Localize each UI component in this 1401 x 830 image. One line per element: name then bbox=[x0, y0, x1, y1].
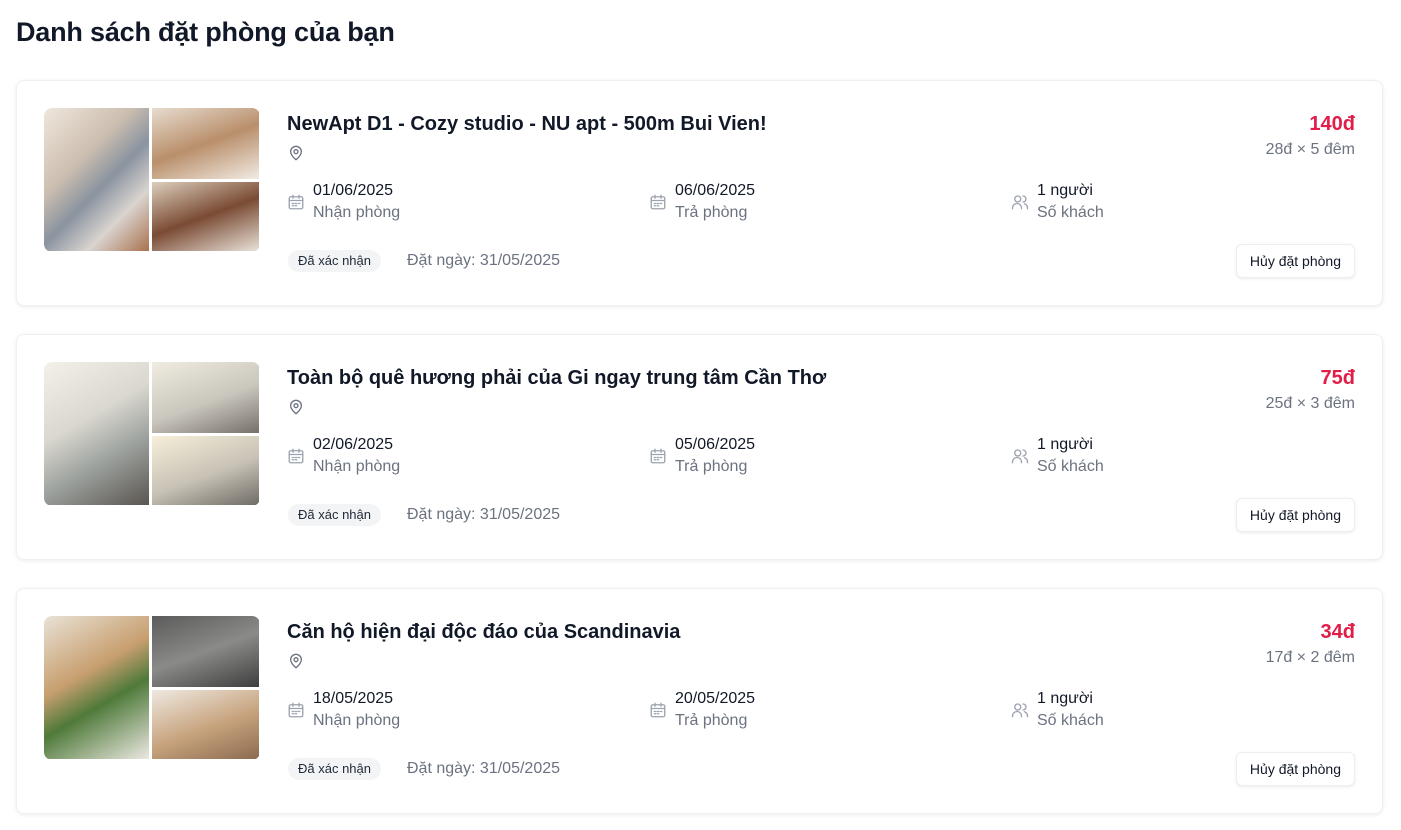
booking-card: Căn hộ hiện đại độc đáo của Scandinavia … bbox=[16, 588, 1383, 814]
checkin-date: 18/05/2025 bbox=[313, 690, 394, 707]
calendar-icon bbox=[288, 448, 304, 464]
map-pin-icon bbox=[290, 653, 302, 669]
calendar-icon bbox=[650, 194, 666, 210]
room-photo-main bbox=[44, 616, 149, 759]
checkin-date: 01/06/2025 bbox=[313, 182, 394, 199]
room-photo bbox=[152, 362, 259, 433]
checkin-date: 02/06/2025 bbox=[313, 436, 394, 453]
listing-title[interactable]: Căn hộ hiện đại độc đáo của Scandinavia bbox=[287, 621, 680, 644]
cancel-booking-button[interactable]: Hủy đặt phòng bbox=[1235, 752, 1355, 786]
booked-date: Đặt ngày: 31/05/2025 bbox=[407, 506, 561, 523]
page-title: Danh sách đặt phòng của bạn bbox=[16, 17, 395, 47]
status-badge: Đã xác nhận bbox=[288, 250, 381, 272]
checkout-label: Trả phòng bbox=[675, 712, 748, 729]
checkout-date: 05/06/2025 bbox=[675, 436, 756, 453]
calendar-icon bbox=[288, 194, 304, 210]
room-photo bbox=[152, 616, 259, 687]
checkin-label: Nhận phòng bbox=[313, 712, 401, 729]
cancel-booking-button[interactable]: Hủy đặt phòng bbox=[1235, 244, 1355, 278]
room-photo bbox=[152, 108, 259, 179]
booking-card: Toàn bộ quê hương phải của Gi ngay trung… bbox=[16, 334, 1383, 560]
total-price: 140đ bbox=[1309, 113, 1355, 135]
booked-date: Đặt ngày: 31/05/2025 bbox=[407, 760, 561, 777]
booked-date: Đặt ngày: 31/05/2025 bbox=[407, 252, 561, 269]
guest-count: 1 người bbox=[1037, 182, 1093, 199]
guests-label: Số khách bbox=[1037, 458, 1104, 475]
calendar-icon bbox=[288, 702, 304, 718]
calendar-icon bbox=[650, 702, 666, 718]
total-price: 75đ bbox=[1320, 367, 1355, 389]
checkout-date: 06/06/2025 bbox=[675, 182, 756, 199]
room-photo bbox=[152, 690, 259, 759]
map-pin-icon bbox=[290, 145, 302, 161]
listing-title[interactable]: NewApt D1 - Cozy studio - NU apt - 500m … bbox=[287, 113, 767, 136]
cancel-booking-button[interactable]: Hủy đặt phòng bbox=[1235, 498, 1355, 532]
guest-count: 1 người bbox=[1037, 690, 1093, 707]
guests-label: Số khách bbox=[1037, 712, 1104, 729]
status-badge: Đã xác nhận bbox=[288, 504, 381, 526]
checkin-label: Nhận phòng bbox=[313, 204, 401, 221]
room-photo bbox=[152, 182, 259, 251]
users-icon bbox=[1011, 449, 1029, 464]
room-photo-main bbox=[44, 108, 149, 251]
listing-title[interactable]: Toàn bộ quê hương phải của Gi ngay trung… bbox=[287, 367, 826, 390]
calendar-icon bbox=[650, 448, 666, 464]
room-photo-gallery[interactable] bbox=[44, 616, 260, 760]
room-photo bbox=[152, 436, 259, 505]
booking-card: NewApt D1 - Cozy studio - NU apt - 500m … bbox=[16, 80, 1383, 306]
users-icon bbox=[1011, 703, 1029, 718]
checkout-label: Trả phòng bbox=[675, 458, 748, 475]
price-breakdown: 17đ × 2 đêm bbox=[1265, 649, 1355, 666]
map-pin-icon bbox=[290, 399, 302, 415]
total-price: 34đ bbox=[1320, 621, 1355, 643]
price-breakdown: 28đ × 5 đêm bbox=[1265, 141, 1355, 158]
price-breakdown: 25đ × 3 đêm bbox=[1265, 395, 1355, 412]
guest-count: 1 người bbox=[1037, 436, 1093, 453]
checkout-label: Trả phòng bbox=[675, 204, 748, 221]
status-badge: Đã xác nhận bbox=[288, 758, 381, 780]
guests-label: Số khách bbox=[1037, 204, 1104, 221]
checkin-label: Nhận phòng bbox=[313, 458, 401, 475]
room-photo-main bbox=[44, 362, 149, 505]
checkout-date: 20/05/2025 bbox=[675, 690, 756, 707]
room-photo-gallery[interactable] bbox=[44, 362, 260, 506]
room-photo-gallery[interactable] bbox=[44, 108, 260, 252]
users-icon bbox=[1011, 195, 1029, 210]
